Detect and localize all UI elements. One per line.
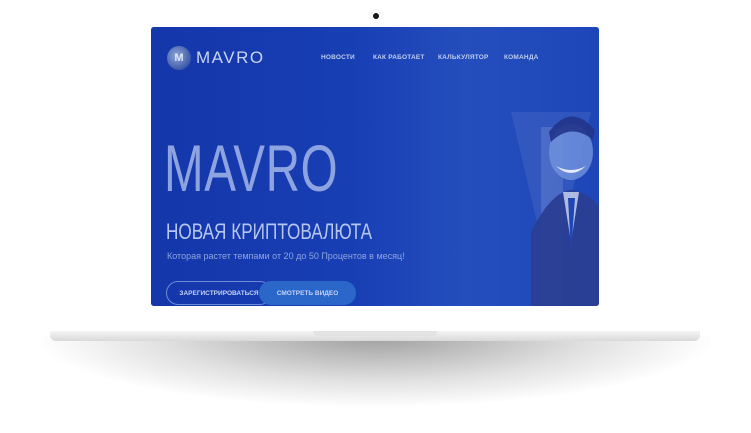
hero-title: MAVRO [164, 131, 339, 205]
laptop-screen: M MAVRO НОВОСТИ КАК РАБОТАЕТ КАЛЬКУЛЯТОР… [151, 27, 599, 306]
nav-team[interactable]: КОМАНДА [504, 54, 539, 61]
nav-news[interactable]: НОВОСТИ [321, 54, 355, 61]
nav-how-it-works[interactable]: КАК РАБОТАЕТ [373, 54, 425, 61]
site-logo[interactable]: M MAVRO [167, 46, 265, 70]
hero-subtitle: НОВАЯ КРИПТОВАЛЮТА [166, 219, 373, 244]
laptop-shadow [40, 336, 710, 406]
watch-video-button[interactable]: СМОТРЕТЬ ВИДЕО [259, 281, 356, 305]
register-button[interactable]: ЗАРЕГИСТРИРОВАТЬСЯ [166, 281, 272, 305]
logo-text: MAVRO [196, 48, 265, 67]
hero-description: Которая растет темпами от 20 до 50 Проце… [167, 251, 405, 261]
camera-dot [373, 13, 379, 19]
smiling-man-image [531, 116, 599, 306]
nav-calculator[interactable]: КАЛЬКУЛЯТОР [438, 54, 489, 61]
laptop-mockup: M MAVRO НОВОСТИ КАК РАБОТАЕТ КАЛЬКУЛЯТОР… [0, 0, 751, 433]
laptop-notch [313, 331, 437, 336]
logo-mark-icon: M [167, 46, 191, 70]
